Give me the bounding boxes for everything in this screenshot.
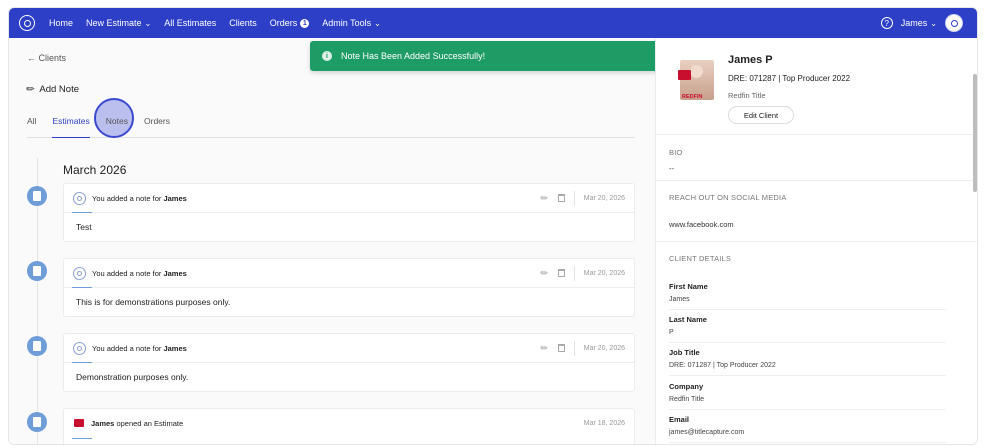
trash-icon[interactable] — [557, 194, 565, 202]
nav-home[interactable]: Home — [49, 18, 73, 28]
scrollbar[interactable] — [973, 74, 977, 192]
event-date: Mar 18, 2026 — [583, 420, 625, 427]
note-body: This is for demonstrations purposes only… — [76, 297, 231, 307]
edit-icon[interactable]: ✎ — [538, 266, 551, 279]
email-label: Email — [669, 415, 690, 424]
trash-icon[interactable] — [557, 269, 565, 277]
top-navbar: Home New Estimate ⌄ All Estimates Clients… — [9, 8, 977, 38]
email-value: james@titlecapture.com — [669, 429, 745, 436]
redfin-logo-icon — [678, 70, 691, 80]
edit-icon[interactable]: ✎ — [538, 341, 551, 354]
timeline-month-heading: March 2026 — [63, 163, 127, 177]
info-icon: i — [322, 51, 332, 61]
app-logo-icon[interactable] — [19, 15, 35, 31]
tab-estimates[interactable]: Estimates — [52, 116, 90, 138]
arrow-left-icon: ← — [27, 53, 39, 63]
user-menu[interactable]: James ⌄ — [901, 18, 937, 28]
first-name-value: James — [669, 296, 690, 303]
redfin-logo-text: REDFIN — [682, 94, 703, 100]
edit-client-button[interactable]: Edit Client — [728, 106, 794, 124]
app-window: Home New Estimate ⌄ All Estimates Clients… — [8, 7, 978, 445]
tab-notes[interactable]: Notes — [93, 98, 134, 138]
toast-message: Note Has Been Added Successfully! — [341, 51, 486, 61]
last-name-value: P — [669, 329, 674, 336]
company-label: Company — [669, 382, 704, 391]
bio-label: BIO — [669, 148, 683, 157]
note-date: Mar 20, 2026 — [583, 344, 625, 352]
note-icon — [27, 336, 47, 356]
app-logo-icon — [73, 341, 86, 355]
chevron-down-icon: ⌄ — [930, 18, 937, 28]
list-item: James opened an Estimate Mar 18, 2026 — [63, 408, 635, 444]
note-date: Mar 20, 2026 — [583, 269, 625, 277]
trash-icon[interactable] — [557, 344, 565, 352]
app-logo-icon — [73, 191, 86, 205]
bio-value: -- — [669, 164, 674, 173]
company-value: Redfin Title — [669, 396, 705, 403]
chevron-down-icon: ⌄ — [374, 18, 381, 28]
note-date: Mar 20, 2026 — [583, 194, 625, 202]
client-job-title: DRE: 071287 | Top Producer 2022 — [728, 74, 851, 83]
edit-icon[interactable]: ✎ — [538, 191, 551, 204]
last-name-label: Last Name — [669, 315, 707, 324]
list-item: You added a note for James ✎ Mar 20, 202… — [63, 183, 635, 242]
list-item: You added a note for James ✎ Mar 20, 202… — [63, 333, 635, 392]
social-label: REACH OUT ON SOCIAL MEDIA — [669, 193, 787, 202]
nav-orders[interactable]: Orders 1 — [270, 18, 310, 28]
client-activity-panel: ← Clients ✎ Add Note All Estimates Notes … — [9, 38, 655, 444]
tab-all[interactable]: All — [27, 116, 36, 138]
note-icon — [27, 186, 47, 206]
job-title-value: DRE: 071287 | Top Producer 2022 — [669, 362, 776, 369]
job-title-label: Job Title — [669, 348, 700, 357]
success-toast: i Note Has Been Added Successfully! — [310, 41, 676, 71]
note-body: Test — [76, 222, 92, 232]
first-name-label: First Name — [669, 282, 708, 291]
chevron-down-icon: ⌄ — [144, 18, 152, 28]
add-note-button[interactable]: ✎ Add Note — [24, 82, 79, 97]
help-icon[interactable]: ? — [880, 17, 893, 29]
redfin-logo-icon — [73, 418, 85, 430]
back-to-clients-link[interactable]: ← Clients — [27, 53, 66, 63]
social-link[interactable]: www.facebook.com — [669, 220, 734, 229]
pencil-icon: ✎ — [24, 82, 39, 97]
tab-orders[interactable]: Orders — [144, 116, 170, 138]
note-body: Demonstration purposes only. — [76, 372, 189, 382]
app-logo-icon — [73, 266, 86, 280]
activity-tabs: All Estimates Notes Orders — [27, 98, 635, 138]
orders-count-badge: 1 — [300, 18, 310, 28]
note-icon — [27, 261, 47, 281]
estimate-icon — [27, 412, 47, 432]
client-details-label: CLIENT DETAILS — [669, 254, 732, 263]
list-item: You added a note for James ✎ Mar 20, 202… — [63, 258, 635, 317]
client-name: James P — [728, 54, 773, 66]
nav-all-estimates[interactable]: All Estimates — [164, 18, 216, 28]
client-details-panel: REDFIN James P DRE: 071287 | Top Produce… — [655, 38, 977, 444]
nav-new-estimate[interactable]: New Estimate ⌄ — [86, 18, 151, 28]
nav-admin-tools[interactable]: Admin Tools ⌄ — [322, 18, 381, 28]
nav-clients[interactable]: Clients — [229, 18, 257, 28]
client-company: Redfin Title — [728, 91, 766, 100]
avatar[interactable] — [945, 14, 963, 32]
